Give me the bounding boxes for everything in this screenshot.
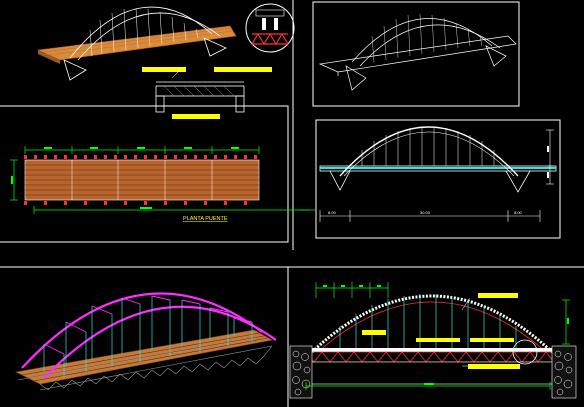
- render-view-bottom-left: [15, 292, 277, 391]
- detail-dimension-green: [315, 282, 389, 298]
- plan-dimension-bottom: [33, 206, 310, 214]
- rock-abutment-right: [551, 345, 577, 399]
- plan-view: PLANTA PUENTE: [10, 146, 310, 222]
- cad-drawing-canvas: PLANTA PUENTE 8.00 30.00 8.00: [0, 0, 584, 407]
- dim-center: 30.00: [420, 210, 431, 215]
- rock-abutment-left: [289, 345, 313, 399]
- dim-right: 8.00: [514, 210, 523, 215]
- elevation-view: 8.00 30.00 8.00: [300, 126, 557, 222]
- plan-title: PLANTA PUENTE: [183, 216, 228, 222]
- detail-elevation-bottom-right: [289, 282, 577, 399]
- perspective-view-top-left: [36, 3, 295, 119]
- frame-perspective-top-right: [312, 1, 520, 107]
- elevation-supports: [329, 170, 531, 193]
- dim-left: 8.00: [328, 210, 337, 215]
- cross-section-small: [142, 67, 272, 119]
- detail-truss: [251, 32, 289, 46]
- perspective-view-top-right: [318, 13, 517, 91]
- detail-circle-section: [245, 3, 295, 53]
- elevation-hangers: [361, 127, 495, 166]
- detail-deck: [306, 348, 554, 352]
- frame-elevation: [315, 119, 561, 239]
